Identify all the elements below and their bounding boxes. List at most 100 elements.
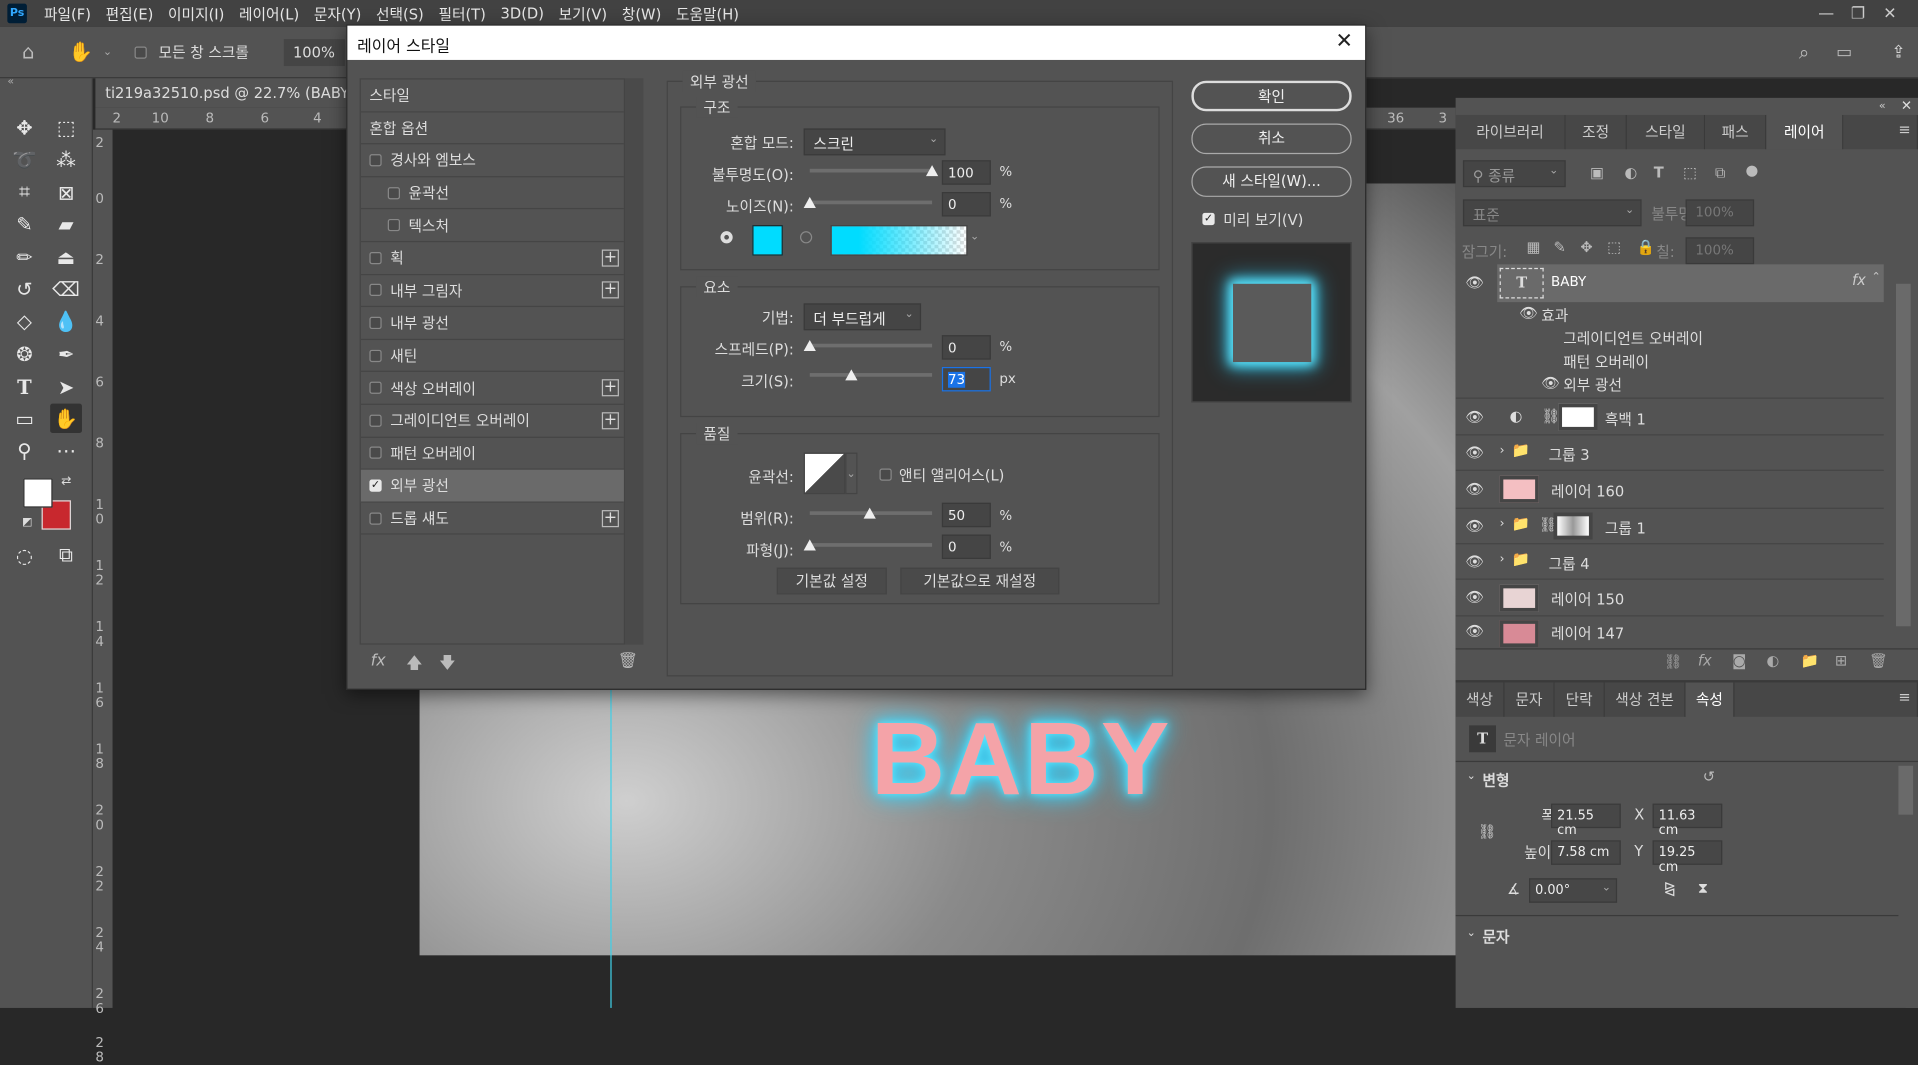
layer-row-150[interactable]: 👁 레이어 150 [1455,580,1884,617]
add-effect-icon[interactable]: + [601,249,619,267]
style-checkbox[interactable] [369,349,382,362]
foreground-color-swatch[interactable] [23,478,53,508]
new-adjustment-icon[interactable]: ◐ [1766,652,1779,669]
new-style-button[interactable]: 새 스타일(W)... [1191,166,1352,197]
visibility-eye-icon[interactable]: 👁 [1465,481,1484,498]
tab-styles[interactable]: 스타일 [1626,114,1706,150]
style-checkbox[interactable] [369,511,382,525]
opacity-field[interactable]: 100% [1685,199,1755,227]
menu-view[interactable]: 보기(V) [551,3,614,24]
effect-outer-glow[interactable]: 외부 광선 [1563,374,1622,395]
default-colors-icon[interactable]: ◩ [22,516,32,528]
jitter-input[interactable]: 0 [941,534,991,560]
lasso-tool-icon[interactable]: ➰ [9,144,41,173]
properties-scrollbar[interactable] [1898,765,1914,815]
panel-menu-icon[interactable]: ≡ [1898,121,1910,138]
type-tool-icon[interactable]: T [9,372,41,401]
layer-name[interactable]: 그룹 3 [1549,444,1590,465]
crop-tool-icon[interactable]: ⌗ [9,177,41,206]
slider-thumb[interactable] [863,507,876,519]
menu-select[interactable]: 선택(S) [369,3,431,24]
stamp-tool-icon[interactable]: ⏏ [50,242,82,271]
add-effect-icon[interactable]: + [601,509,619,527]
rectangle-tool-icon[interactable]: ▭ [9,404,41,433]
style-checkbox[interactable]: ✓ [369,479,382,492]
more-tools-icon[interactable]: ⋯ [50,435,82,464]
hand-tool-icon[interactable]: ✋ [69,40,93,63]
effects-eye-icon[interactable]: 👁 [1519,305,1538,322]
move-tool-icon[interactable]: ✥ [9,113,41,142]
menu-type[interactable]: 문자(Y) [307,3,369,24]
width-field[interactable]: 21.55 cm [1551,803,1621,838]
y-field[interactable]: 19.25 cm [1652,840,1723,875]
minimize-icon[interactable]: — [1810,4,1842,22]
add-effect-icon[interactable]: + [601,281,619,299]
chevron-down-icon[interactable]: ⌄ [970,231,979,243]
style-checkbox[interactable] [369,381,382,395]
marquee-tool-icon[interactable]: ⬚ [50,113,82,142]
tab-libraries[interactable]: 라이브러리 [1455,114,1566,150]
style-item[interactable]: ✓ 외부 광선 [360,469,624,503]
style-item[interactable]: 경사와 엠보스 [360,145,624,178]
style-item[interactable]: 드롭 섀도 + [360,502,624,535]
blend-mode-select[interactable]: 표준 ⌄ [1462,199,1642,227]
layer-row-group1[interactable]: 👁 › 📁 ⛓ 그룹 1 [1455,509,1884,545]
blend-mode-select[interactable]: 스크린 ⌄ [803,128,946,156]
delete-layer-icon[interactable]: 🗑 [1869,652,1888,669]
add-effect-icon[interactable]: + [601,379,619,397]
style-checkbox[interactable] [369,284,382,297]
panel-menu-icon[interactable]: ≡ [1898,689,1910,706]
effect-pattern-overlay[interactable]: 패턴 오버레이 [1563,351,1649,372]
filter-smart-object-icon[interactable]: ⧉ [1715,164,1725,182]
noise-slider[interactable] [803,196,933,208]
restore-icon[interactable]: ❐ [1842,4,1874,22]
move-down-icon[interactable]: 🡇 [439,652,455,679]
collapse-panels-icon[interactable]: « [1879,100,1886,112]
slider-thumb[interactable] [803,340,816,352]
home-icon[interactable]: ⌂ [22,40,34,63]
range-input[interactable]: 50 [941,502,991,528]
angle-field[interactable]: 0.00° ⌄ [1529,878,1618,903]
fill-field[interactable]: 100% [1685,237,1755,265]
expand-icon[interactable]: › [1500,517,1505,530]
layer-row-group3[interactable]: 👁 › 📁 그룹 3 [1455,435,1884,471]
filter-shape-icon[interactable]: ⬚ [1683,164,1697,181]
history-brush-icon[interactable]: ↺ [9,274,41,303]
share-icon[interactable]: ⇪ [1891,42,1905,62]
lock-position-icon[interactable]: ✥ [1580,239,1592,256]
style-checkbox[interactable] [387,219,400,232]
visibility-eye-icon[interactable]: 👁 [1465,623,1484,640]
close-window-icon[interactable]: ✕ [1874,4,1906,22]
tab-adjustments[interactable]: 조정 [1565,114,1627,150]
new-group-icon[interactable]: 📁 [1801,652,1819,669]
tab-paths[interactable]: 패스 [1705,114,1767,150]
search-icon[interactable]: ⌕ [1799,41,1809,63]
effect-eye-icon[interactable]: 👁 [1541,374,1560,391]
visibility-eye-icon[interactable]: 👁 [1465,517,1484,534]
style-item[interactable]: 새틴 [360,340,624,373]
guide-line[interactable] [610,688,612,1008]
tab-color[interactable]: 색상 [1455,682,1505,717]
fx-icon[interactable]: fx [1852,272,1866,289]
technique-select[interactable]: 더 부드럽게 ⌄ [803,303,922,331]
healing-brush-icon[interactable]: ▰ [50,209,82,238]
style-checkbox[interactable] [369,316,382,329]
tab-swatches[interactable]: 색상 견본 [1604,682,1686,717]
style-item[interactable]: 내부 광선 [360,307,624,340]
gradient-radio[interactable] [799,231,813,244]
jitter-slider[interactable] [803,539,933,551]
path-selection-icon[interactable]: ➤ [50,372,82,401]
slider-thumb[interactable] [925,165,939,177]
layers-scrollbar[interactable] [1895,283,1911,627]
reset-default-button[interactable]: 기본값으로 재설정 [900,567,1060,595]
style-checkbox[interactable] [369,446,382,460]
hand-tool-icon[interactable]: ✋ [50,403,82,434]
close-icon[interactable]: ✕ [1335,29,1352,53]
eyedropper-icon[interactable]: ✎ [9,209,41,238]
menu-help[interactable]: 도움말(H) [669,3,747,24]
contour-dropdown[interactable]: ⌄ [845,452,858,495]
collapse-icon[interactable]: « [7,76,14,88]
spread-slider[interactable] [803,340,933,352]
layer-name[interactable]: 레이어 147 [1551,623,1624,644]
menu-layer[interactable]: 레이어(L) [232,3,307,24]
